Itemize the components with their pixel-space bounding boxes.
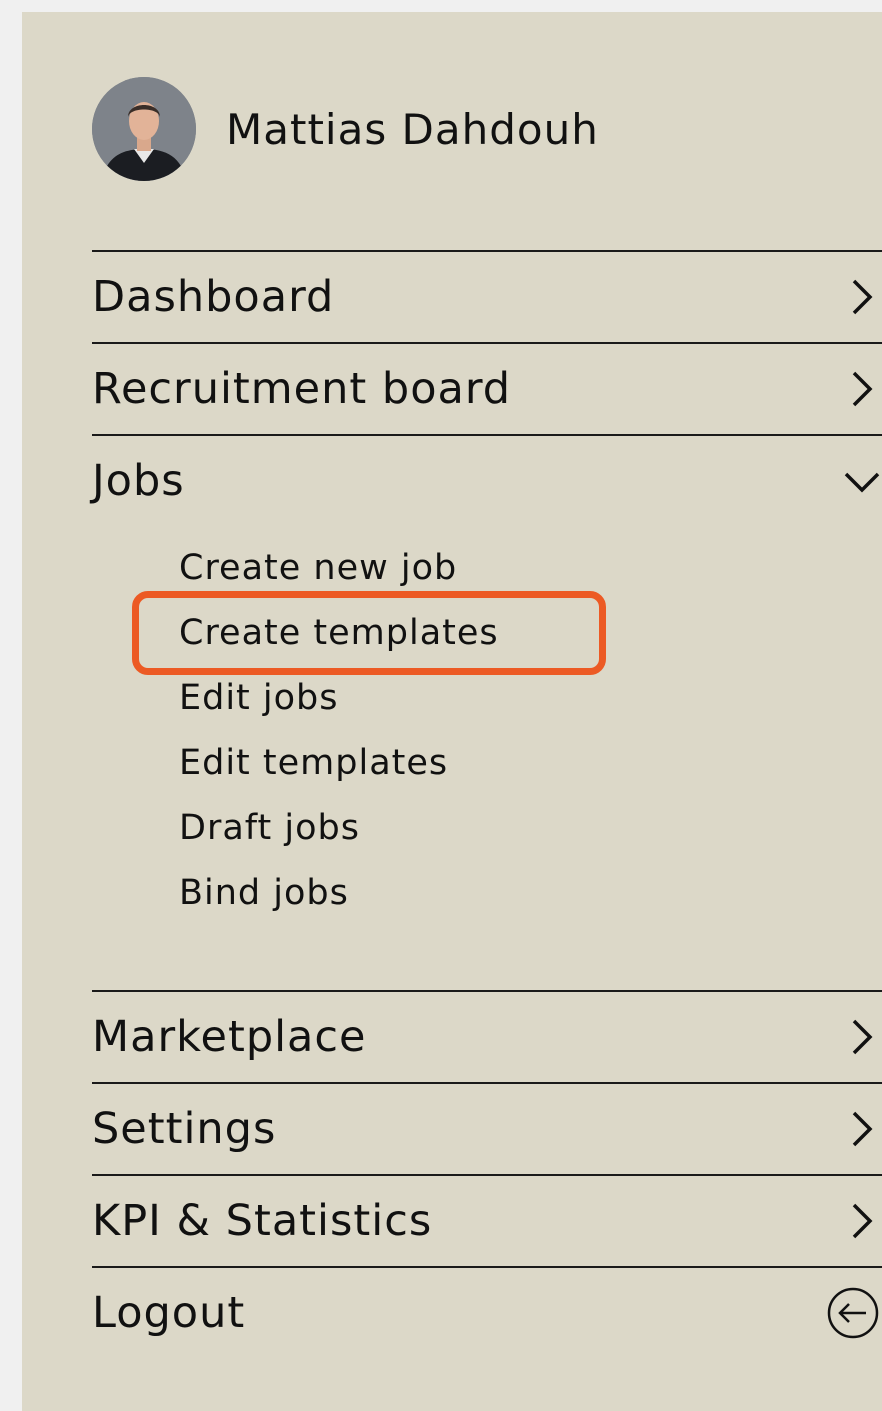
jobs-submenu: Create new job Create templates Edit job… [179,544,499,934]
avatar[interactable] [92,77,196,181]
nav-label-jobs: Jobs [92,456,185,506]
nav-label-dashboard: Dashboard [92,272,335,322]
nav-item-marketplace[interactable]: Marketplace [92,990,882,1082]
chevron-right-icon [852,371,873,407]
chevron-right-icon [852,1203,873,1239]
submenu-item-create-new-job[interactable]: Create new job [179,544,499,609]
submenu-item-create-templates[interactable]: Create templates [179,609,499,674]
nav-label-marketplace: Marketplace [92,1012,367,1062]
chevron-down-icon [844,472,880,493]
nav-label-recruitment-board: Recruitment board [92,364,512,414]
nav-item-recruitment-board[interactable]: Recruitment board [92,342,882,434]
nav-label-kpi-statistics: KPI & Statistics [92,1196,433,1246]
nav-item-logout[interactable]: Logout [92,1266,882,1358]
nav-item-kpi-statistics[interactable]: KPI & Statistics [92,1174,882,1266]
sidebar-panel: Mattias Dahdouh Dashboard Recruitment bo… [22,12,882,1411]
nav-item-dashboard[interactable]: Dashboard [92,250,882,342]
chevron-right-icon [852,1019,873,1055]
user-profile[interactable]: Mattias Dahdouh [92,77,599,181]
chevron-right-icon [852,1111,873,1147]
submenu-item-bind-jobs[interactable]: Bind jobs [179,869,499,934]
nav-item-jobs[interactable]: Jobs [92,434,882,526]
user-name: Mattias Dahdouh [226,104,599,154]
submenu-item-draft-jobs[interactable]: Draft jobs [179,804,499,869]
nav-item-settings[interactable]: Settings [92,1082,882,1174]
chevron-right-icon [852,279,873,315]
submenu-item-edit-templates[interactable]: Edit templates [179,739,499,804]
nav-label-logout: Logout [92,1288,246,1338]
logout-arrow-icon[interactable] [826,1286,880,1340]
submenu-item-edit-jobs[interactable]: Edit jobs [179,674,499,739]
nav-label-settings: Settings [92,1104,277,1154]
